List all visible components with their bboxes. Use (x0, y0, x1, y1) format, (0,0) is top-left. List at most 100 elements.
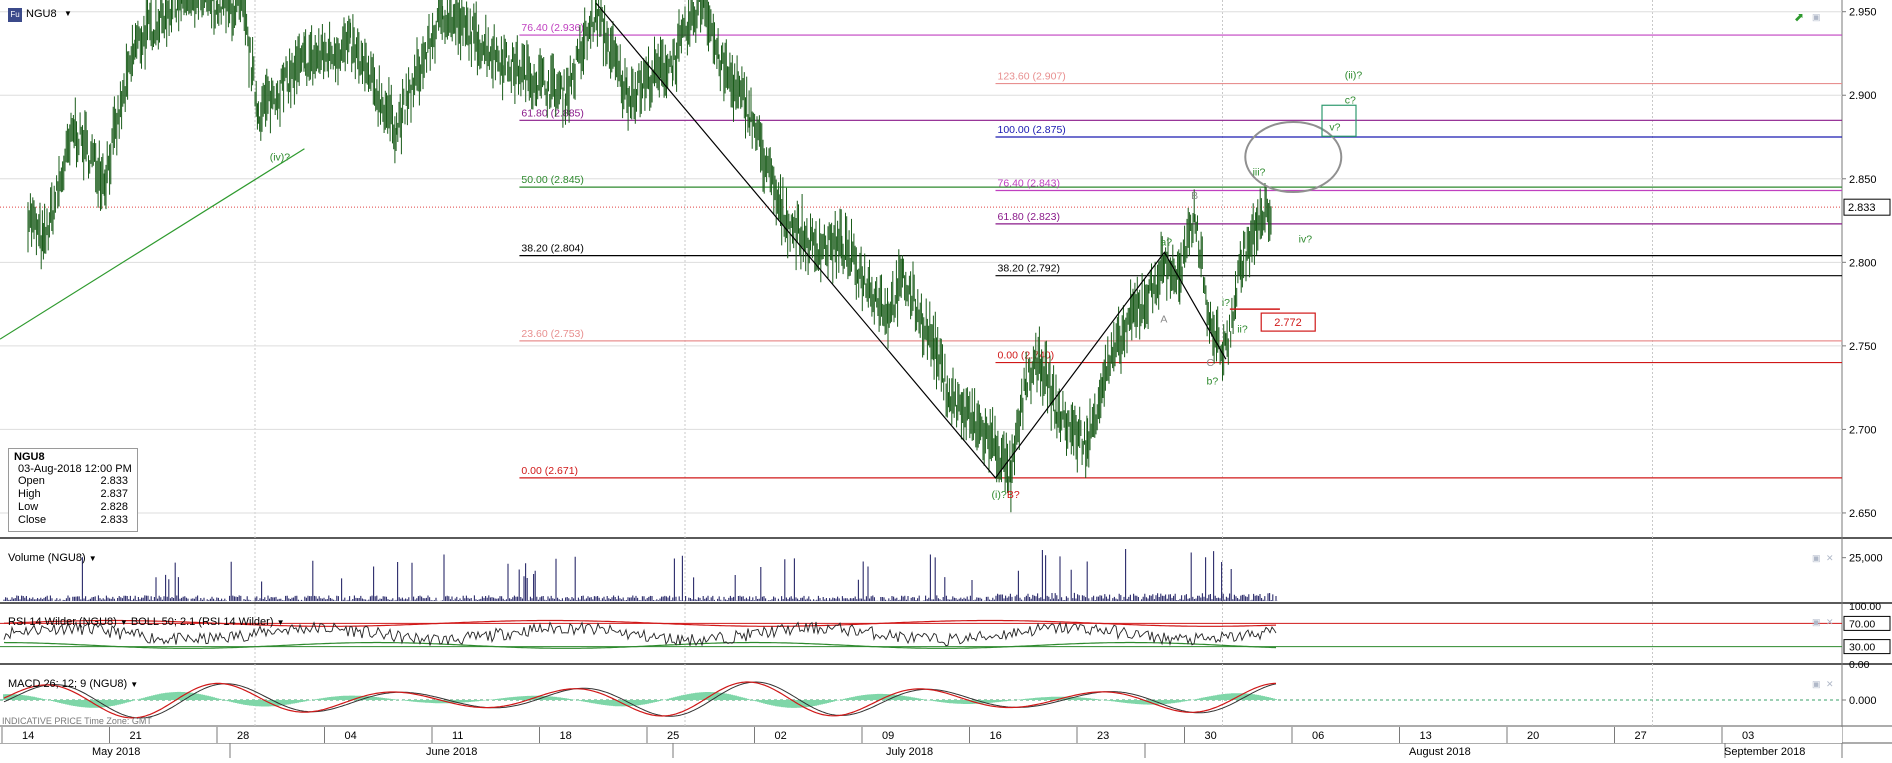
price-tick-label: 2.850 (1849, 174, 1877, 186)
target-ellipse (1244, 121, 1343, 194)
chevron-down-icon[interactable]: ▼ (130, 680, 138, 689)
ohlc-value: 2.833 (100, 475, 128, 487)
price-tick-label: 2.750 (1849, 341, 1877, 353)
chart-window: 2.6502.7002.7502.8002.8502.9002.950161.8… (0, 0, 1892, 758)
date-tick-label: 16 (990, 730, 1002, 742)
macd-tick-label: 0.000 (1849, 695, 1877, 707)
fib-level-label: 38.20 (2.792) (998, 263, 1060, 275)
ohlc-row: Open 2.833 (9, 475, 137, 488)
wave-zigzag-line (595, 2, 1227, 479)
chevron-down-icon[interactable]: ▼ (64, 9, 72, 18)
chevron-down-icon[interactable]: ▼ (89, 554, 97, 563)
ohlc-datetime: 03-Aug-2018 12:00 PM (18, 463, 132, 475)
date-tick-label: 28 (237, 730, 249, 742)
month-label: June 2018 (426, 746, 477, 758)
boll-lower-band (3, 641, 1277, 649)
rsi-tick-label: 0.00 (1849, 659, 1870, 671)
volume-pane-title[interactable]: Volume (NGU8) ▼ (8, 552, 97, 564)
pane-maximize-icon[interactable]: ▣ (1812, 679, 1821, 690)
symbol-selector[interactable]: NGU8 (26, 8, 57, 20)
rsi-pane-title[interactable]: RSI 14 Wilder (NGU8) ▼ BOLL 50; 2.1 (RSI… (8, 616, 284, 628)
pane-maximize-icon[interactable]: ▣ (1812, 617, 1821, 628)
wave-annotation: ii? (1237, 323, 1248, 335)
wave-annotation: A (1160, 313, 1167, 325)
boll-title[interactable]: BOLL 50; 2.1 (RSI 14 Wilder) (131, 616, 274, 628)
date-tick-label: 03 (1742, 730, 1754, 742)
ohlc-label: Low (18, 501, 39, 513)
fib-level-label: 61.80 (2.885) (521, 107, 583, 119)
wave-annotation: i? (1222, 297, 1230, 309)
price-box-label: 2.772 (1274, 317, 1302, 329)
date-tick-label: 27 (1635, 730, 1647, 742)
price-tick-label: 2.950 (1849, 7, 1877, 19)
volume-tick-label: 25,000 (1849, 553, 1883, 565)
fib-level-label: 100.00 (2.875) (998, 124, 1066, 136)
price-tick-label: 2.800 (1849, 257, 1877, 269)
date-tick-label: 30 (1205, 730, 1217, 742)
date-tick-label: 23 (1097, 730, 1109, 742)
pane-close-icon[interactable]: ✕ (1826, 679, 1834, 690)
pane-close-icon[interactable]: ✕ (1826, 617, 1834, 628)
pane-close-icon[interactable]: ✕ (1826, 553, 1834, 564)
date-tick-label: 02 (775, 730, 787, 742)
wave-annotation: c? (1345, 95, 1356, 107)
ohlc-row: High 2.837 (9, 488, 137, 501)
date-tick-label: 06 (1312, 730, 1324, 742)
date-tick-label: 04 (345, 730, 357, 742)
wave-annotation: iii? (1253, 166, 1266, 178)
date-tick-label: 18 (560, 730, 572, 742)
date-tick-label: 14 (22, 730, 34, 742)
fib-level-label: 50.00 (2.845) (521, 174, 583, 186)
last-price-label: 2.833 (1848, 202, 1876, 214)
chart-canvas[interactable]: 2.6502.7002.7502.8002.8502.9002.950161.8… (0, 0, 1892, 758)
date-tick-label: 11 (452, 730, 463, 742)
ohlc-label: Open (18, 475, 45, 487)
date-tick-label: 21 (130, 730, 142, 742)
rsi-tick-label: 100.00 (1849, 601, 1881, 613)
pane-maximize-icon[interactable]: ▣ (1812, 12, 1821, 23)
wave-annotation: B (1191, 190, 1198, 202)
fib-level-label: 0.00 (2.671) (521, 465, 578, 477)
date-tick-label: 09 (882, 730, 894, 742)
wave-annotation: (iv)? (270, 151, 291, 163)
rsi-tick-label: 30.00 (1849, 642, 1875, 654)
wave-annotation: (i)? (992, 489, 1007, 501)
fib-level-label: 38.20 (2.804) (521, 243, 583, 255)
month-label: August 2018 (1409, 746, 1471, 758)
month-label: September 2018 (1724, 746, 1805, 758)
chevron-down-icon[interactable]: ▼ (120, 618, 128, 627)
ohlc-value: 2.833 (100, 514, 128, 526)
month-label: July 2018 (886, 746, 933, 758)
ohlc-label: High (18, 488, 41, 500)
macd-pane-title[interactable]: MACD 26; 12; 9 (NGU8) ▼ (8, 678, 138, 690)
price-tick-label: 2.650 (1849, 508, 1877, 520)
footer-note: INDICATIVE PRICE Time Zone: GMT (2, 716, 152, 726)
ohlc-box: NGU8 03-Aug-2018 12:00 PM Open 2.833 High… (8, 448, 138, 532)
price-tick-label: 2.700 (1849, 424, 1877, 436)
ohlc-value: 2.837 (100, 488, 128, 500)
wave-annotation: iv? (1299, 233, 1313, 245)
fib-level-label: 76.40 (2.843) (998, 177, 1060, 189)
ohlc-row: Low 2.828 (9, 501, 137, 514)
fib-level-label: 61.80 (2.823) (998, 211, 1060, 223)
volume-bars (3, 549, 1279, 601)
month-label: May 2018 (92, 746, 140, 758)
fib-level-label: 23.60 (2.753) (521, 328, 583, 340)
trend-tool-icon[interactable]: ⬈ (1794, 10, 1804, 24)
pane-maximize-icon[interactable]: ▣ (1812, 553, 1821, 564)
wave-annotation: C (1207, 357, 1215, 369)
fib-level-label: 76.40 (2.936) (521, 22, 583, 34)
fib-level-label: 123.60 (2.907) (998, 71, 1066, 83)
ohlc-symbol: NGU8 (14, 451, 45, 463)
symbol-badge-icon: Fu (8, 8, 22, 22)
date-axis (0, 727, 1842, 743)
price-tick-label: 2.900 (1849, 90, 1877, 102)
wave-annotation: B? (1007, 489, 1020, 501)
wave-annotation: b? (1207, 375, 1219, 387)
rsi-tick-label: 70.00 (1849, 618, 1875, 630)
date-tick-label: 13 (1420, 730, 1432, 742)
chevron-down-icon[interactable]: ▼ (277, 618, 285, 627)
wave-annotation: (ii)? (1345, 70, 1363, 82)
date-tick-label: 20 (1527, 730, 1539, 742)
date-tick-label: 25 (667, 730, 679, 742)
